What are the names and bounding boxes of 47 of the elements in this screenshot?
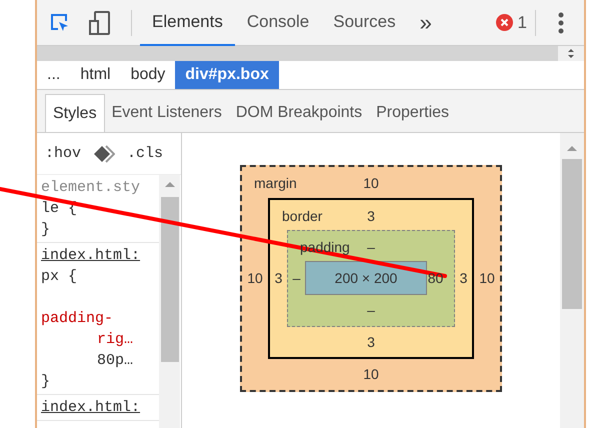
box-label: border <box>282 207 322 226</box>
box-value: – <box>367 238 375 257</box>
box-value: 3 <box>367 332 375 352</box>
box-value: – <box>292 268 300 288</box>
style-line: px { <box>41 267 78 287</box>
error-icon[interactable] <box>496 14 513 31</box>
scrollbar[interactable] <box>560 133 584 428</box>
box-value: 10 <box>247 269 263 288</box>
sidebar-tab[interactable]: Styles <box>45 94 105 132</box>
class-toggle[interactable]: .cls <box>127 143 164 164</box>
scroll-up-icon[interactable] <box>567 145 577 151</box>
box-value: 10 <box>363 365 379 384</box>
style-line: rig… <box>96 330 134 350</box>
box-value: 10 <box>479 269 495 288</box>
box-value: 3 <box>460 269 468 288</box>
style-line: } <box>41 220 52 240</box>
box-label: padding <box>300 238 350 257</box>
more-tabs-button[interactable]: » <box>408 6 444 39</box>
rule-source: element.sty <box>41 178 142 198</box>
panel-tab[interactable]: Sources <box>321 0 408 46</box>
breadcrumb[interactable]: html <box>70 61 121 89</box>
box-value: – <box>367 300 375 320</box>
scrollbar[interactable] <box>159 175 180 428</box>
rule-source[interactable]: index.html: <box>41 245 159 266</box>
box-label: margin <box>254 174 297 193</box>
hover-toggle[interactable]: :hov <box>45 143 82 164</box>
style-line: } <box>41 372 52 392</box>
sidebar-tab[interactable]: Event Listeners <box>104 94 229 132</box>
device-icon[interactable] <box>89 10 111 34</box>
rule-source[interactable]: index.html: <box>41 397 159 418</box>
style-line: padding- <box>41 309 114 329</box>
scroll-up-icon[interactable] <box>164 181 174 187</box>
box-value: 10 <box>363 174 379 193</box>
error-count[interactable]: 1 <box>518 10 527 36</box>
breadcrumb[interactable]: ... <box>37 61 70 89</box>
panel-tab[interactable]: Console <box>234 0 322 46</box>
box-value: 3 <box>274 269 282 288</box>
breadcrumb[interactable]: body <box>120 61 176 89</box>
style-line: 80p… <box>96 351 134 371</box>
content-box: 200 × 200 <box>305 261 427 295</box>
sidebar-tab[interactable]: Properties <box>369 94 456 132</box>
scroll-arrows-icon[interactable] <box>558 46 584 61</box>
menu-icon[interactable] <box>558 12 564 34</box>
box-value: 3 <box>367 207 375 226</box>
sidebar-tab[interactable]: DOM Breakpoints <box>228 94 370 132</box>
breadcrumb[interactable]: div#px.box <box>175 61 279 89</box>
diamond-icon[interactable] <box>93 144 116 162</box>
